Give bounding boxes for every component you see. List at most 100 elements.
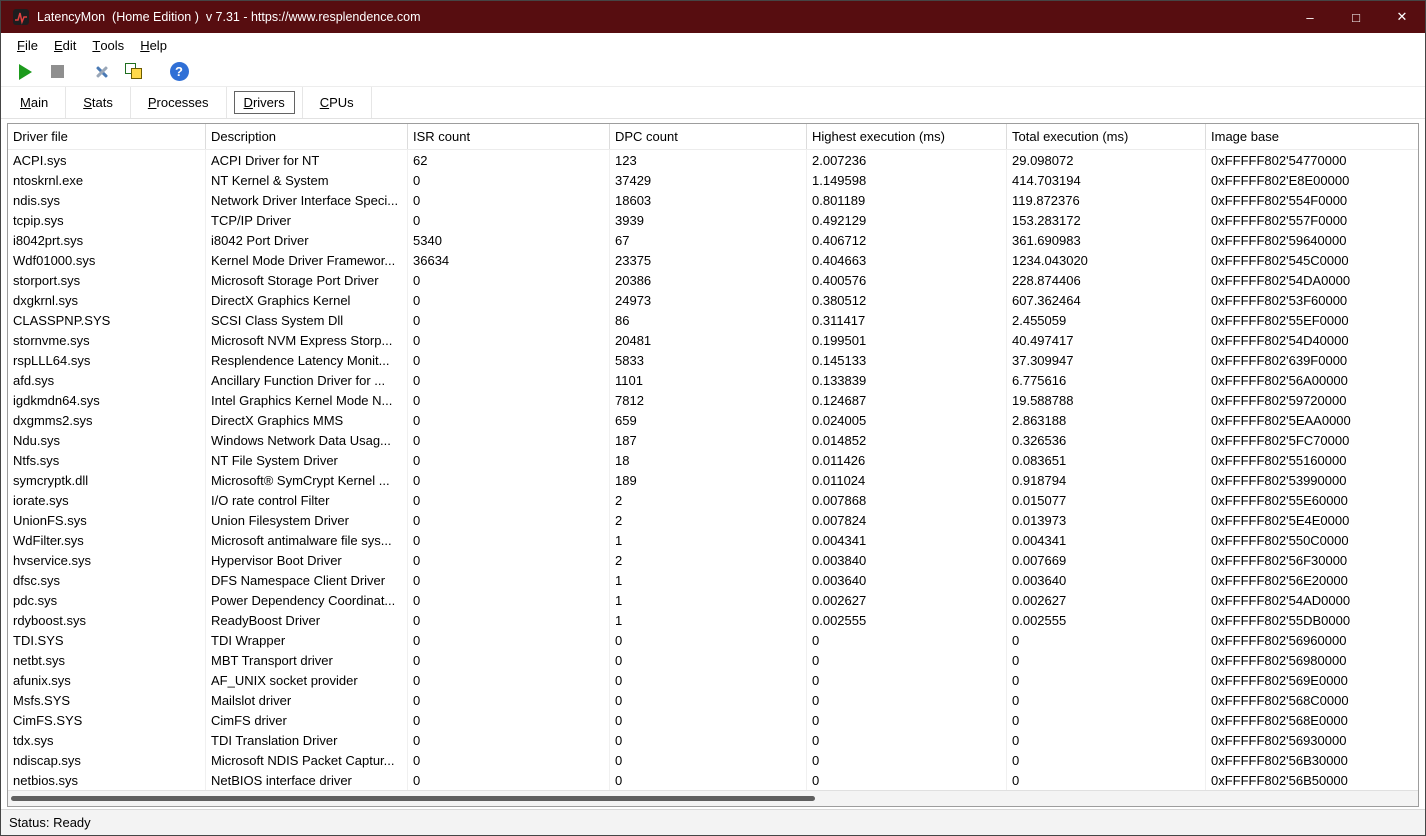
table-row[interactable]: ntoskrnl.exeNT Kernel & System0374291.14… bbox=[8, 170, 1418, 190]
minimize-button[interactable]: – bbox=[1287, 1, 1333, 33]
table-cell: TDI.SYS bbox=[8, 630, 206, 650]
table-cell: 1 bbox=[610, 610, 807, 630]
help-button[interactable]: ? bbox=[165, 59, 193, 85]
table-row[interactable]: pdc.sysPower Dependency Coordinat...010.… bbox=[8, 590, 1418, 610]
table-row[interactable]: dxgmms2.sysDirectX Graphics MMS06590.024… bbox=[8, 410, 1418, 430]
table-row[interactable]: UnionFS.sysUnion Filesystem Driver020.00… bbox=[8, 510, 1418, 530]
table-cell: Microsoft NVM Express Storp... bbox=[206, 330, 408, 350]
table-cell: 40.497417 bbox=[1007, 330, 1206, 350]
tab-stats[interactable]: Stats bbox=[66, 87, 131, 118]
table-cell: CimFS.SYS bbox=[8, 710, 206, 730]
table-cell: 0.801189 bbox=[807, 190, 1007, 210]
table-row[interactable]: netbios.sysNetBIOS interface driver00000… bbox=[8, 770, 1418, 790]
table-cell: Ancillary Function Driver for ... bbox=[206, 370, 408, 390]
copy-report-button[interactable] bbox=[120, 59, 148, 85]
menu-item-help[interactable]: Help bbox=[132, 33, 175, 57]
tab-cpus[interactable]: CPUs bbox=[303, 87, 372, 118]
table-row[interactable]: i8042prt.sysi8042 Port Driver5340670.406… bbox=[8, 230, 1418, 250]
table-row[interactable]: afunix.sysAF_UNIX socket provider00000xF… bbox=[8, 670, 1418, 690]
table-row[interactable]: rdyboost.sysReadyBoost Driver010.0025550… bbox=[8, 610, 1418, 630]
table-cell: 2.863188 bbox=[1007, 410, 1206, 430]
tab-hotkey: P bbox=[148, 95, 157, 110]
table-row[interactable]: Msfs.SYSMailslot driver00000xFFFFF802'56… bbox=[8, 690, 1418, 710]
table-cell: 7812 bbox=[610, 390, 807, 410]
table-cell: 0 bbox=[408, 690, 610, 710]
table-row[interactable]: ndis.sysNetwork Driver Interface Speci..… bbox=[8, 190, 1418, 210]
table-cell: 0xFFFFF802'56B30000 bbox=[1206, 750, 1418, 770]
stop-monitor-button[interactable] bbox=[43, 59, 71, 85]
table-cell: 0 bbox=[408, 630, 610, 650]
table-row[interactable]: igdkmdn64.sysIntel Graphics Kernel Mode … bbox=[8, 390, 1418, 410]
table-cell: 0 bbox=[408, 310, 610, 330]
table-row[interactable]: ACPI.sysACPI Driver for NT621232.0072362… bbox=[8, 150, 1418, 170]
table-row[interactable]: rspLLL64.sysResplendence Latency Monit..… bbox=[8, 350, 1418, 370]
table-cell: MBT Transport driver bbox=[206, 650, 408, 670]
table-row[interactable]: symcryptk.dllMicrosoft® SymCrypt Kernel … bbox=[8, 470, 1418, 490]
column-header[interactable]: ISR count bbox=[408, 124, 610, 149]
column-header[interactable]: Image base bbox=[1206, 124, 1418, 149]
horizontal-scrollbar[interactable] bbox=[8, 790, 1418, 806]
maximize-button[interactable]: □ bbox=[1333, 1, 1379, 33]
table-cell: 0 bbox=[408, 170, 610, 190]
drivers-listview: Driver fileDescriptionISR countDPC count… bbox=[7, 123, 1419, 807]
column-header[interactable]: Description bbox=[206, 124, 408, 149]
tab-processes[interactable]: Processes bbox=[131, 87, 227, 118]
table-row[interactable]: tcpip.sysTCP/IP Driver039390.492129153.2… bbox=[8, 210, 1418, 230]
table-row[interactable]: tdx.sysTDI Translation Driver00000xFFFFF… bbox=[8, 730, 1418, 750]
table-row[interactable]: Ntfs.sysNT File System Driver0180.011426… bbox=[8, 450, 1418, 470]
table-row[interactable]: netbt.sysMBT Transport driver00000xFFFFF… bbox=[8, 650, 1418, 670]
table-cell: 0.002555 bbox=[1007, 610, 1206, 630]
table-cell: 6.775616 bbox=[1007, 370, 1206, 390]
menu-item-edit[interactable]: Edit bbox=[46, 33, 84, 57]
table-cell: 20481 bbox=[610, 330, 807, 350]
column-header[interactable]: Driver file bbox=[8, 124, 206, 149]
column-header[interactable]: Total execution (ms) bbox=[1007, 124, 1206, 149]
column-header[interactable]: DPC count bbox=[610, 124, 807, 149]
column-header[interactable]: Highest execution (ms) bbox=[807, 124, 1007, 149]
tab-text: PUs bbox=[329, 95, 354, 110]
table-cell: 0.002627 bbox=[1007, 590, 1206, 610]
table-row[interactable]: stornvme.sysMicrosoft NVM Express Storp.… bbox=[8, 330, 1418, 350]
table-row[interactable]: CimFS.SYSCimFS driver00000xFFFFF802'568E… bbox=[8, 710, 1418, 730]
table-cell: 0.003840 bbox=[807, 550, 1007, 570]
table-cell: 0.406712 bbox=[807, 230, 1007, 250]
tools-icon bbox=[92, 62, 112, 82]
table-cell: 0 bbox=[807, 650, 1007, 670]
menu-item-file[interactable]: File bbox=[9, 33, 46, 57]
table-cell: AF_UNIX socket provider bbox=[206, 670, 408, 690]
table-cell: 0.311417 bbox=[807, 310, 1007, 330]
horizontal-scrollbar-thumb[interactable] bbox=[11, 796, 815, 801]
table-cell: 0 bbox=[408, 410, 610, 430]
menu-item-hotkey: T bbox=[92, 38, 100, 53]
table-row[interactable]: CLASSPNP.SYSSCSI Class System Dll0860.31… bbox=[8, 310, 1418, 330]
table-cell: 0 bbox=[408, 450, 610, 470]
start-monitor-button[interactable] bbox=[11, 59, 39, 85]
table-row[interactable]: dxgkrnl.sysDirectX Graphics Kernel024973… bbox=[8, 290, 1418, 310]
table-row[interactable]: iorate.sysI/O rate control Filter020.007… bbox=[8, 490, 1418, 510]
table-cell: TDI Wrapper bbox=[206, 630, 408, 650]
table-cell: Resplendence Latency Monit... bbox=[206, 350, 408, 370]
table-cell: 0.015077 bbox=[1007, 490, 1206, 510]
table-row[interactable]: afd.sysAncillary Function Driver for ...… bbox=[8, 370, 1418, 390]
table-cell: WdFilter.sys bbox=[8, 530, 206, 550]
table-row[interactable]: hvservice.sysHypervisor Boot Driver020.0… bbox=[8, 550, 1418, 570]
table-row[interactable]: storport.sysMicrosoft Storage Port Drive… bbox=[8, 270, 1418, 290]
table-row[interactable]: Wdf01000.sysKernel Mode Driver Framewor.… bbox=[8, 250, 1418, 270]
table-cell: 0xFFFFF802'56E20000 bbox=[1206, 570, 1418, 590]
table-row[interactable]: TDI.SYSTDI Wrapper00000xFFFFF802'5696000… bbox=[8, 630, 1418, 650]
title-bar[interactable]: LatencyMon (Home Edition ) v 7.31 - http… bbox=[1, 1, 1425, 33]
table-cell: 0xFFFFF802'56B50000 bbox=[1206, 770, 1418, 790]
tab-main[interactable]: Main bbox=[3, 87, 66, 118]
close-button[interactable]: ✕ bbox=[1379, 1, 1425, 33]
table-cell: stornvme.sys bbox=[8, 330, 206, 350]
options-button[interactable] bbox=[88, 59, 116, 85]
table-row[interactable]: Ndu.sysWindows Network Data Usag...01870… bbox=[8, 430, 1418, 450]
table-cell: Kernel Mode Driver Framewor... bbox=[206, 250, 408, 270]
table-cell: 0 bbox=[1007, 650, 1206, 670]
table-cell: 0.145133 bbox=[807, 350, 1007, 370]
table-row[interactable]: ndiscap.sysMicrosoft NDIS Packet Captur.… bbox=[8, 750, 1418, 770]
menu-item-tools[interactable]: Tools bbox=[84, 33, 132, 57]
table-row[interactable]: dfsc.sysDFS Namespace Client Driver010.0… bbox=[8, 570, 1418, 590]
table-row[interactable]: WdFilter.sysMicrosoft antimalware file s… bbox=[8, 530, 1418, 550]
tab-drivers[interactable]: Drivers bbox=[227, 87, 303, 118]
